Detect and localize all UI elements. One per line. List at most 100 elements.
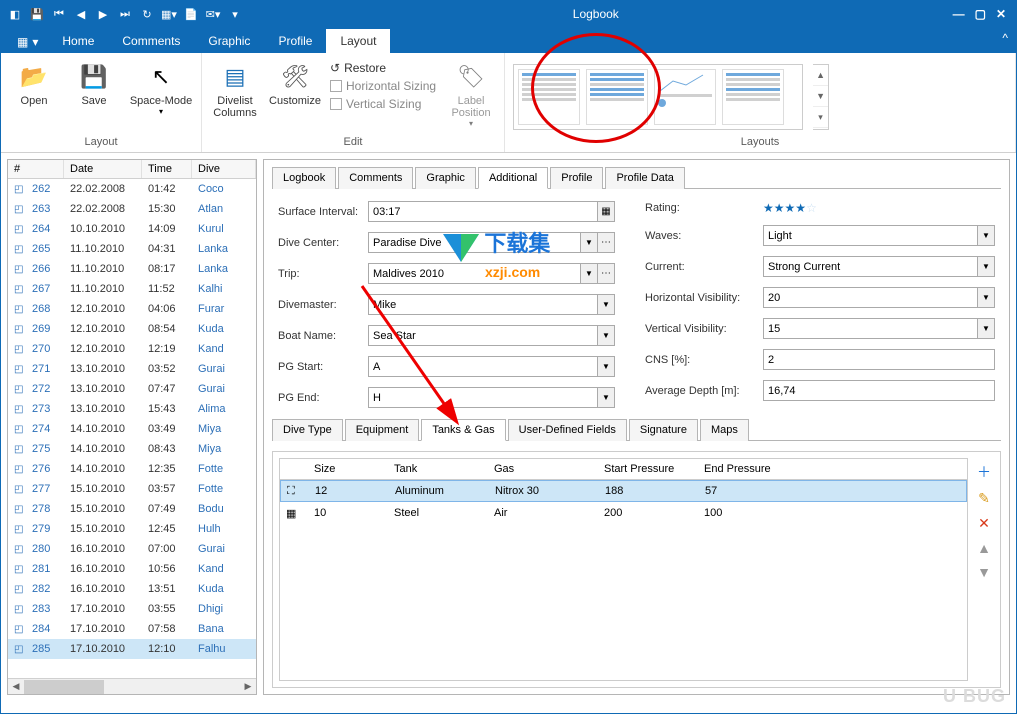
subtab-maps[interactable]: Maps [700,419,749,441]
ribbon-tab-profile[interactable]: Profile [264,29,326,53]
file-menu[interactable]: ▦▾ [7,31,48,53]
subtab-tanks-gas[interactable]: Tanks & Gas [421,419,505,441]
divelist-row[interactable]: ◰28517.10.201012:10Falhu [8,639,256,659]
vviz-input[interactable] [763,318,978,339]
qat-icon-1[interactable]: ◧ [7,6,23,22]
horizontal-sizing-check[interactable]: Horizontal Sizing [330,79,436,93]
maximize-button[interactable]: ▢ [975,7,986,21]
gallery-more-icon[interactable]: ▾ [813,107,828,128]
save-button[interactable]: 💾Save [69,57,119,107]
qat-add-icon[interactable]: ▦▾ [161,6,177,22]
scroll-right-icon[interactable]: ▶ [240,679,256,694]
tank-row[interactable]: ▦10SteelAir200100 [280,502,967,524]
tank-col-tank[interactable]: Tank [388,459,488,479]
divelist-row[interactable]: ◰28317.10.201003:55Dhigi [8,599,256,619]
tank-col-size[interactable]: Size [308,459,388,479]
divelist-row[interactable]: ◰27614.10.201012:35Fotte [8,459,256,479]
divelist-row[interactable]: ◰27514.10.201008:43Miya [8,439,256,459]
boat-input[interactable] [368,325,598,346]
avgdepth-input[interactable] [763,380,995,401]
qat-more-icon[interactable]: ▾ [227,6,243,22]
current-input[interactable] [763,256,978,277]
subtab-dive-type[interactable]: Dive Type [272,419,343,441]
divelist-columns-button[interactable]: ▤Divelist Columns [210,57,260,119]
divelist-row[interactable]: ◰26711.10.201011:52Kalhi [8,279,256,299]
divelist-row[interactable]: ◰27213.10.201007:47Gurai [8,379,256,399]
pgstart-input[interactable] [368,356,598,377]
col-loc[interactable]: Dive [192,160,256,178]
ribbon-tab-comments[interactable]: Comments [108,29,194,53]
qat-next-icon[interactable]: ▶ [95,6,111,22]
divelist-row[interactable]: ◰27915.10.201012:45Hulh [8,519,256,539]
divelist-row[interactable]: ◰27313.10.201015:43Alima [8,399,256,419]
divelist-row[interactable]: ◰26410.10.201014:09Kurul [8,219,256,239]
hviz-input[interactable] [763,287,978,308]
divelist-row[interactable]: ◰26812.10.201004:06Furar [8,299,256,319]
ribbon-tab-home[interactable]: Home [48,29,108,53]
divelist-row[interactable]: ◰27815.10.201007:49Bodu [8,499,256,519]
col-num[interactable]: # [8,160,64,178]
divelist-hscroll[interactable]: ◀ ▶ [8,678,256,694]
col-time[interactable]: Time [142,160,192,178]
divemaster-input[interactable] [368,294,598,315]
waves-input[interactable] [763,225,978,246]
layout-thumb-2[interactable] [586,69,648,125]
subtab-signature[interactable]: Signature [629,419,698,441]
detail-tab-comments[interactable]: Comments [338,167,413,189]
chevron-down-icon[interactable]: ▼ [598,325,615,346]
rating-stars[interactable]: ★★★★☆ [763,201,817,215]
detail-tab-profile[interactable]: Profile [550,167,603,189]
tank-edit-icon[interactable]: ✎ [978,490,990,507]
chevron-down-icon[interactable]: ▼ [978,287,995,308]
qat-save-icon[interactable]: 💾 [29,6,45,22]
close-button[interactable]: ✕ [996,7,1006,21]
vertical-sizing-check[interactable]: Vertical Sizing [330,97,436,111]
space-mode-button[interactable]: ↖Space-Mode▾ [129,57,193,116]
ribbon-tab-graphic[interactable]: Graphic [194,29,264,53]
divelist-row[interactable]: ◰28417.10.201007:58Bana [8,619,256,639]
tank-row[interactable]: ⛶12AluminumNitrox 3018857 [280,480,967,502]
tank-col-sp[interactable]: Start Pressure [598,459,698,479]
tank-add-icon[interactable]: ＋ [977,462,991,482]
detail-tab-graphic[interactable]: Graphic [415,167,476,189]
label-position-button[interactable]: 🏷Label Position▾ [446,57,496,128]
detail-tab-logbook[interactable]: Logbook [272,167,336,189]
chevron-down-icon[interactable]: ▼ [598,356,615,377]
ribbon-collapse-icon[interactable]: ^ [1002,31,1008,45]
open-button[interactable]: 📂Open [9,57,59,107]
tank-col-ep[interactable]: End Pressure [698,459,967,479]
qat-first-icon[interactable]: ⏮ [51,6,67,22]
gallery-up-icon[interactable]: ▲ [813,65,828,86]
chevron-down-icon[interactable]: ▼ [581,263,598,284]
customize-button[interactable]: 🛠Customize [270,57,320,107]
divelist-row[interactable]: ◰26511.10.201004:31Lanka [8,239,256,259]
qat-mail-icon[interactable]: ✉▾ [205,6,221,22]
divelist-row[interactable]: ◰26222.02.200801:42Coco [8,179,256,199]
divelist-row[interactable]: ◰26322.02.200815:30Atlan [8,199,256,219]
calc-icon[interactable]: ▦ [598,201,615,222]
subtab-equipment[interactable]: Equipment [345,419,420,441]
ellipsis-icon[interactable]: ⋯ [598,232,615,253]
chevron-down-icon[interactable]: ▼ [581,232,598,253]
ellipsis-icon[interactable]: ⋯ [598,263,615,284]
dive-center-input[interactable] [368,232,581,253]
divelist-row[interactable]: ◰27414.10.201003:49Miya [8,419,256,439]
divelist-row[interactable]: ◰27715.10.201003:57Fotte [8,479,256,499]
chevron-down-icon[interactable]: ▼ [598,294,615,315]
surface-interval-input[interactable] [368,201,598,222]
chevron-down-icon[interactable]: ▼ [978,225,995,246]
tank-delete-icon[interactable]: ✕ [978,515,990,532]
detail-tab-profile-data[interactable]: Profile Data [605,167,684,189]
tank-up-icon[interactable]: ▲ [977,540,991,556]
divelist-row[interactable]: ◰27012.10.201012:19Kand [8,339,256,359]
divelist-row[interactable]: ◰28216.10.201013:51Kuda [8,579,256,599]
chevron-down-icon[interactable]: ▼ [978,256,995,277]
tank-col-gas[interactable]: Gas [488,459,598,479]
ribbon-tab-layout[interactable]: Layout [326,29,390,53]
divelist-row[interactable]: ◰26611.10.201008:17Lanka [8,259,256,279]
divelist-row[interactable]: ◰28116.10.201010:56Kand [8,559,256,579]
layout-thumb-3[interactable] [654,69,716,125]
layout-thumb-1[interactable] [518,69,580,125]
cns-input[interactable] [763,349,995,370]
divelist-row[interactable]: ◰26912.10.201008:54Kuda [8,319,256,339]
